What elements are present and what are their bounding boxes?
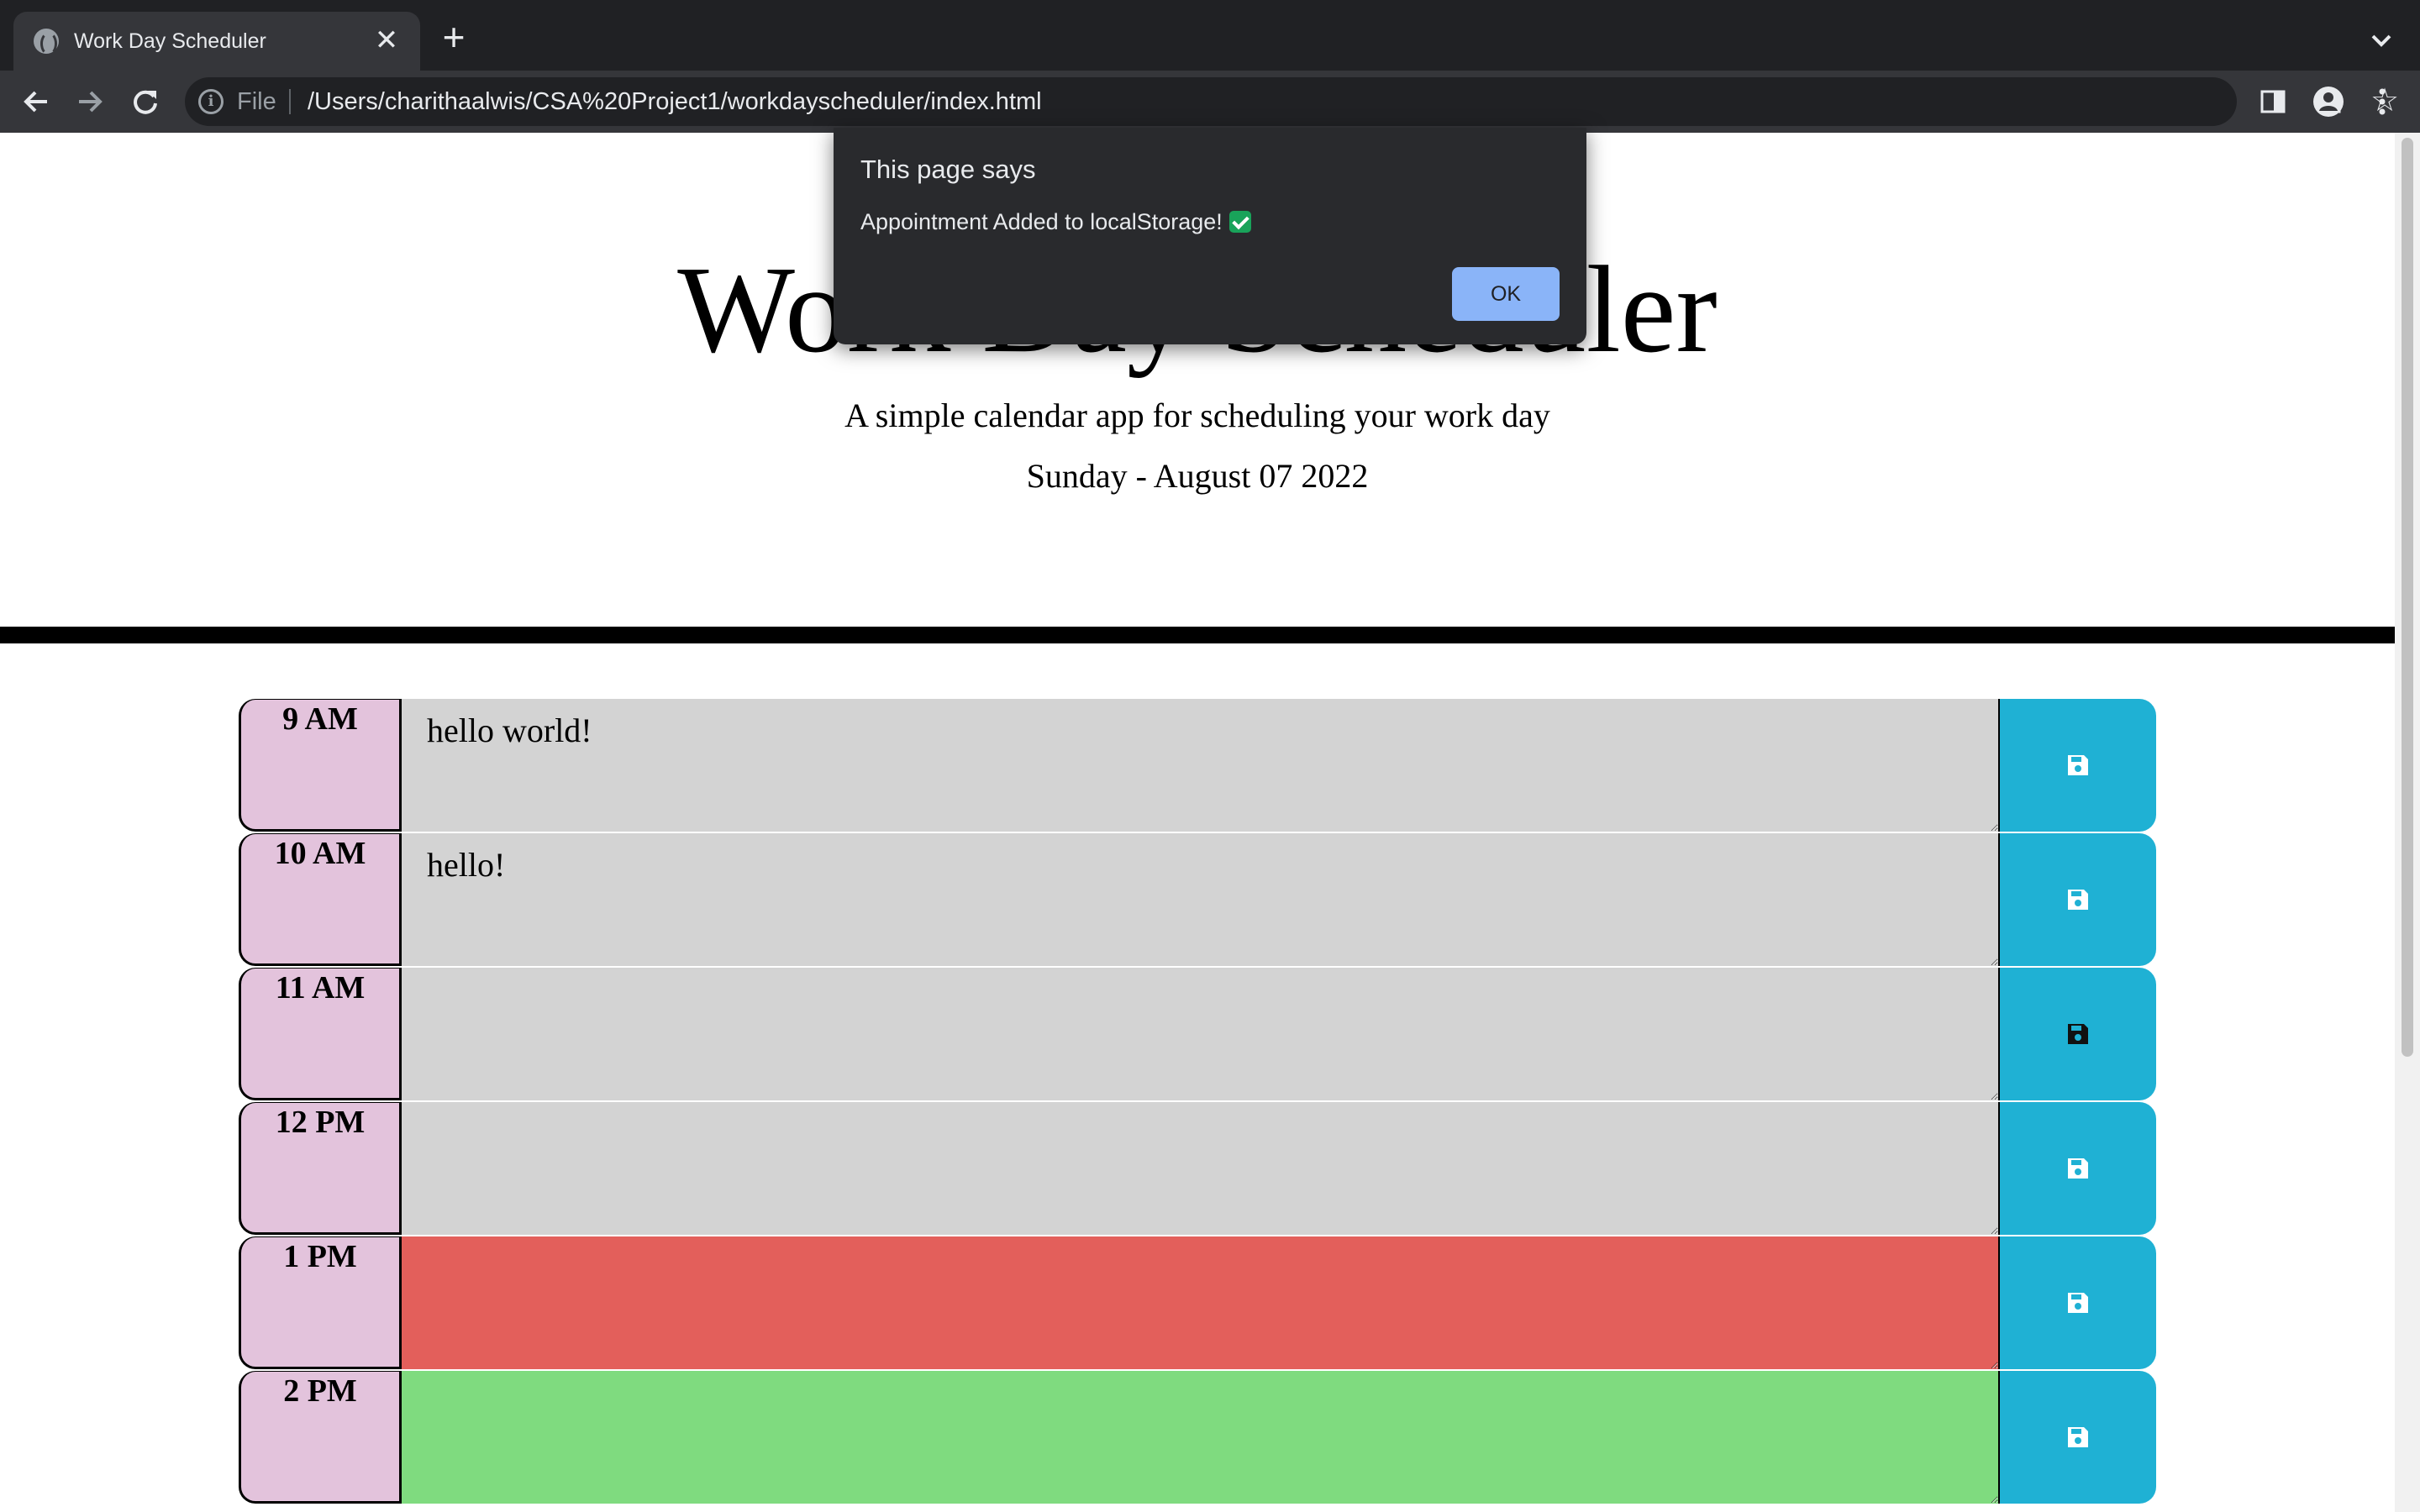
save-button[interactable] — [1998, 968, 2156, 1100]
reload-icon[interactable] — [126, 82, 165, 121]
hour-label: 2 PM — [239, 1371, 402, 1504]
alert-message-row: Appointment Added to localStorage! — [860, 207, 1251, 237]
save-button[interactable] — [1998, 699, 2156, 832]
alert-title: This page says — [860, 155, 1036, 184]
floppy-disk-icon — [2068, 1158, 2088, 1179]
hour-label: 11 AM — [239, 968, 402, 1100]
event-description[interactable] — [402, 1102, 1998, 1235]
check-mark-button-icon — [1228, 211, 1251, 233]
hour-label: 10 AM — [239, 833, 402, 966]
plus-icon[interactable]: + — [435, 18, 472, 57]
hour-label: 12 PM — [239, 1102, 402, 1235]
time-block: 11 AM — [239, 968, 2156, 1102]
alert-dialog: This page says Appointment Added to loca… — [834, 128, 1586, 344]
time-block: 2 PM — [239, 1371, 2156, 1505]
tab-title: Work Day Scheduler — [74, 29, 266, 53]
hour-label: 9 AM — [239, 699, 402, 832]
floppy-disk-icon — [2068, 1293, 2088, 1313]
event-description[interactable]: hello world! — [402, 699, 1998, 832]
forward-arrow-icon[interactable] — [71, 82, 109, 121]
info-icon[interactable]: i — [198, 89, 224, 114]
alert-message: Appointment Added to localStorage! — [860, 209, 1223, 234]
header-divider — [0, 627, 2395, 643]
floppy-disk-icon — [2068, 890, 2088, 910]
globe-icon — [34, 29, 59, 55]
chevron-down-icon[interactable] — [2365, 24, 2398, 57]
tab-strip: Work Day Scheduler ✕ + — [0, 0, 2420, 71]
kebab-menu-icon[interactable] — [2363, 82, 2402, 121]
event-description[interactable] — [402, 968, 1998, 1100]
current-day: Sunday - August 07 2022 — [1026, 457, 1369, 495]
browser-toolbar: i File /Users/charithaalwis/CSA%20Projec… — [0, 71, 2420, 133]
close-icon[interactable]: ✕ — [370, 24, 403, 57]
save-button[interactable] — [1998, 1371, 2156, 1504]
time-block: 1 PM — [239, 1236, 2156, 1371]
save-button[interactable] — [1998, 1236, 2156, 1369]
time-block: 12 PM — [239, 1102, 2156, 1236]
address-bar[interactable]: i File /Users/charithaalwis/CSA%20Projec… — [185, 77, 2399, 126]
browser-tab[interactable]: Work Day Scheduler ✕ — [13, 12, 420, 71]
event-description[interactable] — [402, 1371, 1998, 1504]
scrollbar[interactable] — [2395, 133, 2420, 1512]
time-block: 9 AM hello world! — [239, 699, 2156, 833]
page-lead: A simple calendar app for scheduling you… — [844, 396, 1550, 434]
save-button[interactable] — [1998, 833, 2156, 966]
back-arrow-icon[interactable] — [17, 82, 55, 121]
event-description[interactable] — [402, 1236, 1998, 1369]
hour-label: 1 PM — [239, 1236, 402, 1369]
omnibox-divider — [289, 89, 291, 114]
floppy-disk-icon — [2068, 1024, 2088, 1044]
ok-button[interactable]: OK — [1452, 267, 1560, 321]
scrollbar-thumb[interactable] — [2402, 138, 2413, 1057]
url-text[interactable]: /Users/charithaalwis/CSA%20Project1/work… — [308, 87, 1042, 116]
side-panel-icon[interactable] — [2254, 82, 2292, 121]
profile-icon[interactable] — [2309, 82, 2348, 121]
floppy-disk-icon — [2068, 755, 2088, 775]
floppy-disk-icon — [2068, 1427, 2088, 1447]
scheme-label: File — [237, 88, 276, 115]
event-description[interactable]: hello! — [402, 833, 1998, 966]
schedule-container: 9 AM hello world! 10 AM hello! 11 AM 12 … — [239, 699, 2156, 1505]
time-block: 10 AM hello! — [239, 833, 2156, 968]
save-button[interactable] — [1998, 1102, 2156, 1235]
